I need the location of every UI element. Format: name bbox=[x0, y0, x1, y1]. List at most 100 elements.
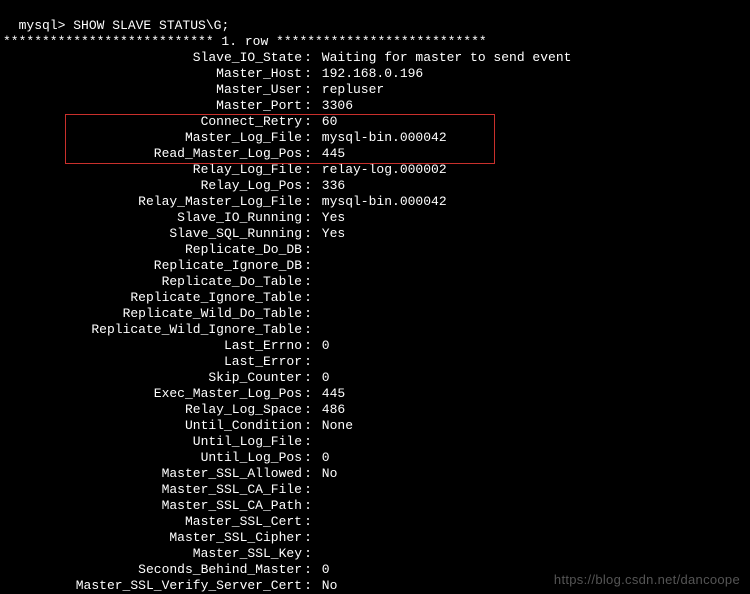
status-label: Until_Condition bbox=[3, 418, 302, 434]
status-label: Master_SSL_Key bbox=[3, 546, 302, 562]
status-value bbox=[314, 290, 322, 306]
status-value bbox=[314, 530, 322, 546]
status-row: Connect_Retry: 60 bbox=[3, 114, 750, 130]
colon-separator: : bbox=[302, 274, 314, 290]
status-label: Relay_Log_Pos bbox=[3, 178, 302, 194]
colon-separator: : bbox=[302, 162, 314, 178]
status-value: 60 bbox=[314, 114, 337, 130]
mysql-prompt-line: mysql> SHOW SLAVE STATUS\G; bbox=[3, 2, 750, 34]
status-row: Until_Log_Pos: 0 bbox=[3, 450, 750, 466]
status-label: Replicate_Do_DB bbox=[3, 242, 302, 258]
status-row: Relay_Master_Log_File: mysql-bin.000042 bbox=[3, 194, 750, 210]
status-label: Replicate_Do_Table bbox=[3, 274, 302, 290]
status-row: Master_SSL_Cipher: bbox=[3, 530, 750, 546]
status-label: Replicate_Wild_Ignore_Table bbox=[3, 322, 302, 338]
row-header: *************************** 1. row *****… bbox=[3, 34, 750, 50]
status-value: mysql-bin.000042 bbox=[314, 194, 447, 210]
status-row: Replicate_Do_Table: bbox=[3, 274, 750, 290]
status-row: Slave_IO_Running: Yes bbox=[3, 210, 750, 226]
status-value: 0 bbox=[314, 450, 330, 466]
colon-separator: : bbox=[302, 354, 314, 370]
status-value: No bbox=[314, 466, 337, 482]
status-value bbox=[314, 546, 322, 562]
colon-separator: : bbox=[302, 82, 314, 98]
status-row: Relay_Log_File: relay-log.000002 bbox=[3, 162, 750, 178]
colon-separator: : bbox=[302, 418, 314, 434]
status-label: Until_Log_File bbox=[3, 434, 302, 450]
status-row: Master_User: repluser bbox=[3, 82, 750, 98]
status-label: Last_Errno bbox=[3, 338, 302, 354]
status-value: Waiting for master to send event bbox=[314, 50, 571, 66]
status-row: Master_SSL_CA_Path: bbox=[3, 498, 750, 514]
colon-separator: : bbox=[302, 322, 314, 338]
status-row: Master_Host: 192.168.0.196 bbox=[3, 66, 750, 82]
colon-separator: : bbox=[302, 146, 314, 162]
status-value bbox=[314, 434, 322, 450]
status-row: Master_SSL_CA_File: bbox=[3, 482, 750, 498]
status-value: 0 bbox=[314, 562, 330, 578]
colon-separator: : bbox=[302, 434, 314, 450]
status-row: Master_SSL_Cert: bbox=[3, 514, 750, 530]
colon-separator: : bbox=[302, 498, 314, 514]
colon-separator: : bbox=[302, 402, 314, 418]
colon-separator: : bbox=[302, 530, 314, 546]
colon-separator: : bbox=[302, 338, 314, 354]
status-label: Relay_Log_File bbox=[3, 162, 302, 178]
colon-separator: : bbox=[302, 130, 314, 146]
status-row: Replicate_Ignore_Table: bbox=[3, 290, 750, 306]
status-value: mysql-bin.000042 bbox=[314, 130, 447, 146]
status-row: Master_SSL_Allowed: No bbox=[3, 466, 750, 482]
colon-separator: : bbox=[302, 306, 314, 322]
colon-separator: : bbox=[302, 258, 314, 274]
status-value bbox=[314, 322, 322, 338]
status-value: 0 bbox=[314, 338, 330, 354]
status-row: Read_Master_Log_Pos: 445 bbox=[3, 146, 750, 162]
status-value: 445 bbox=[314, 386, 345, 402]
status-value bbox=[314, 306, 322, 322]
colon-separator: : bbox=[302, 66, 314, 82]
watermark: https://blog.csdn.net/dancoope bbox=[554, 572, 740, 588]
colon-separator: : bbox=[302, 210, 314, 226]
status-value: relay-log.000002 bbox=[314, 162, 447, 178]
status-label: Until_Log_Pos bbox=[3, 450, 302, 466]
status-row: Last_Errno: 0 bbox=[3, 338, 750, 354]
colon-separator: : bbox=[302, 562, 314, 578]
status-row: Replicate_Ignore_DB: bbox=[3, 258, 750, 274]
status-value bbox=[314, 242, 322, 258]
status-label: Read_Master_Log_Pos bbox=[3, 146, 302, 162]
mysql-prompt: mysql> bbox=[19, 18, 74, 33]
status-label: Master_SSL_CA_Path bbox=[3, 498, 302, 514]
status-label: Slave_IO_State bbox=[3, 50, 302, 66]
status-row: Relay_Log_Pos: 336 bbox=[3, 178, 750, 194]
status-value: repluser bbox=[314, 82, 384, 98]
status-row: Until_Condition: None bbox=[3, 418, 750, 434]
status-value bbox=[314, 354, 322, 370]
colon-separator: : bbox=[302, 546, 314, 562]
colon-separator: : bbox=[302, 114, 314, 130]
status-row: Slave_IO_State: Waiting for master to se… bbox=[3, 50, 750, 66]
mysql-command: SHOW SLAVE STATUS\G; bbox=[73, 18, 229, 33]
colon-separator: : bbox=[302, 466, 314, 482]
status-row: Slave_SQL_Running: Yes bbox=[3, 226, 750, 242]
status-row: Until_Log_File: bbox=[3, 434, 750, 450]
status-label: Exec_Master_Log_Pos bbox=[3, 386, 302, 402]
colon-separator: : bbox=[302, 242, 314, 258]
status-label: Seconds_Behind_Master bbox=[3, 562, 302, 578]
colon-separator: : bbox=[302, 194, 314, 210]
status-row: Master_SSL_Key: bbox=[3, 546, 750, 562]
status-value bbox=[314, 498, 322, 514]
status-label: Master_SSL_CA_File bbox=[3, 482, 302, 498]
status-value: Yes bbox=[314, 226, 345, 242]
status-label: Slave_IO_Running bbox=[3, 210, 302, 226]
status-value bbox=[314, 258, 322, 274]
colon-separator: : bbox=[302, 482, 314, 498]
status-row: Master_Log_File: mysql-bin.000042 bbox=[3, 130, 750, 146]
colon-separator: : bbox=[302, 50, 314, 66]
status-label: Relay_Master_Log_File bbox=[3, 194, 302, 210]
status-label: Skip_Counter bbox=[3, 370, 302, 386]
status-value: 486 bbox=[314, 402, 345, 418]
colon-separator: : bbox=[302, 178, 314, 194]
status-value: 192.168.0.196 bbox=[314, 66, 423, 82]
status-row: Last_Error: bbox=[3, 354, 750, 370]
status-value bbox=[314, 514, 322, 530]
